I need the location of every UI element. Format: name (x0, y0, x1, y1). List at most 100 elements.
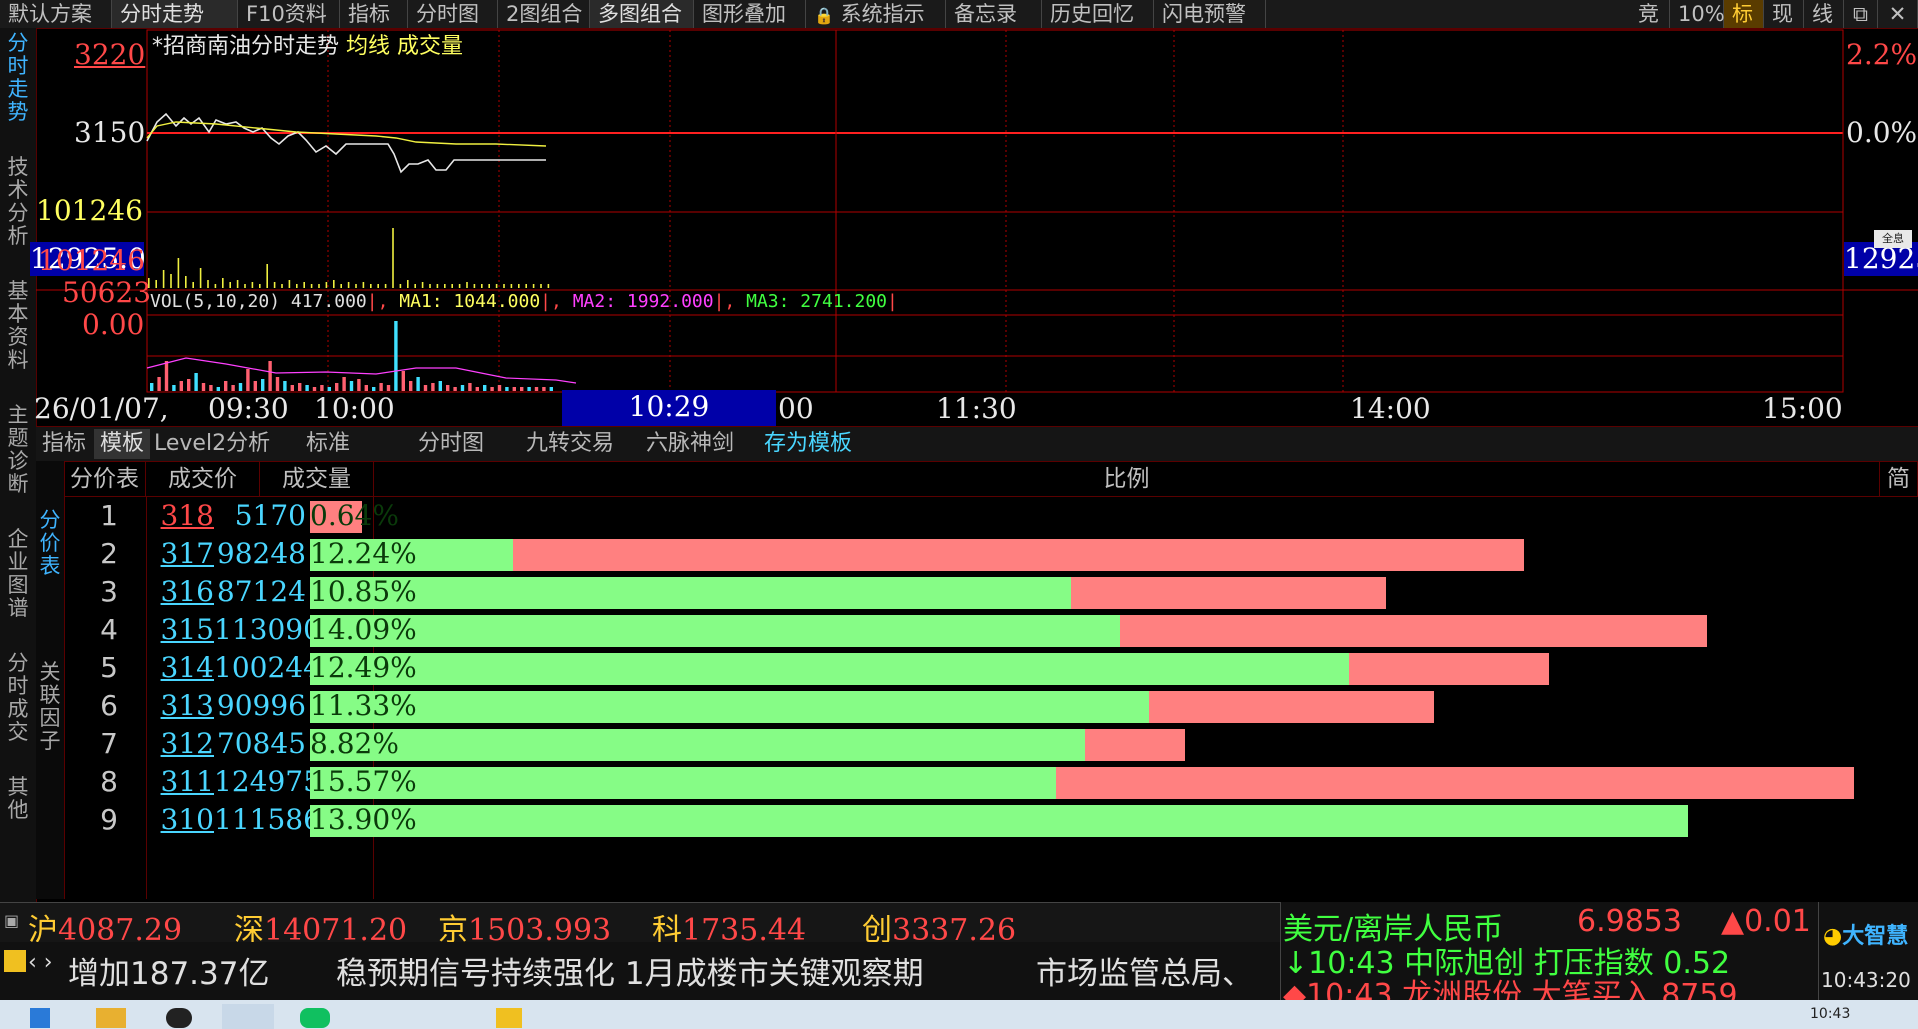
menu-right-now[interactable]: 现 (1764, 0, 1804, 28)
volume-bar (444, 284, 446, 288)
menu-item-indicator[interactable]: 指标 (340, 0, 408, 28)
full-info-button[interactable]: 全息 (1874, 230, 1912, 248)
tab-indicator[interactable]: 指标 (36, 429, 92, 459)
volume-bar (325, 282, 328, 288)
table-row[interactable]: 1 318 5170 0.64% (64, 497, 1918, 535)
menu-right-10pct[interactable]: 10% (1670, 0, 1725, 28)
chat-app-icon[interactable] (300, 1008, 330, 1028)
time-label-1500: 15:00 (1762, 392, 1843, 425)
menu-item-time-share[interactable]: 分时走势 (112, 0, 238, 28)
left-tab-time-share[interactable]: 分时走势 (2, 32, 34, 124)
volume-bar-lower (238, 383, 243, 391)
volume-bar (244, 284, 246, 288)
tab-standard[interactable]: 标准 (300, 429, 356, 459)
left-vertical-tabs: 分时走势 技术分析 基本资料 主题诊断 企业图谱 分时成交 其他 (0, 28, 37, 904)
menu-right-auction[interactable]: 竞 (1630, 0, 1670, 28)
menu-item-multichart[interactable]: 多图组合 (590, 0, 694, 28)
time-axis-date: 26/01/07, (34, 392, 169, 425)
menu-item-f10[interactable]: F10资料 (238, 0, 340, 28)
windows-start-icon[interactable] (30, 1008, 50, 1028)
table-row[interactable]: 2 317 98248 12.24% (64, 535, 1918, 573)
menu-item-2chart[interactable]: 2图组合 (498, 0, 590, 28)
volume-bar (458, 284, 461, 288)
left-tab-technical[interactable]: 技术分析 (2, 156, 34, 248)
row-ratio: 12.24% (310, 537, 417, 570)
time-label-1130: 11:30 (936, 392, 1017, 425)
table-row[interactable]: 7 312 70845 8.82% (64, 725, 1918, 763)
table-row[interactable]: 3 316 87124 10.85% (64, 573, 1918, 611)
row-volume: 124975 (214, 765, 321, 798)
row-index: 8 (100, 765, 118, 798)
volume-bar (421, 282, 424, 288)
notes-app-icon[interactable] (496, 1008, 522, 1028)
ratio-bar-buy (310, 767, 1056, 799)
subtab-related-factor[interactable]: 关联因子 (36, 661, 64, 753)
tab-save-template[interactable]: 存为模板 (758, 429, 858, 459)
volume-bar (318, 284, 320, 288)
time-label-0930: 09:30 (208, 392, 289, 425)
news-scroll-arrows-icon[interactable]: ‹ › (28, 950, 53, 975)
table-row[interactable]: 6 313 90996 11.33% (64, 687, 1918, 725)
window-restore-icon[interactable]: ⧉ (1844, 0, 1878, 28)
pct-axis-high: 2.2% (1846, 38, 1918, 71)
menu-right-mark[interactable]: 标 (1724, 0, 1764, 28)
volume-bar (214, 284, 217, 288)
volume-bar-lower (460, 385, 465, 391)
volume-bar-lower (194, 373, 198, 391)
row-price: 313 (160, 689, 214, 722)
menu-item-history[interactable]: 历史回忆 (1042, 0, 1154, 28)
table-row[interactable]: 8 311 124975 15.57% (64, 763, 1918, 801)
left-tab-other[interactable]: 其他 (2, 776, 34, 822)
menu-item-default-scheme[interactable]: 默认方案 (0, 0, 112, 28)
table-row[interactable]: 5 314 100244 12.49% (64, 649, 1918, 687)
window-close-icon[interactable]: ✕ (1878, 0, 1918, 28)
ratio-bar-buy (310, 577, 1071, 609)
volume-bar (429, 284, 431, 288)
table-row[interactable]: 4 315 113090 14.09% (64, 611, 1918, 649)
volume-bar-lower (320, 385, 324, 391)
volume-bar-lower (520, 387, 524, 391)
volume-bar-lower (268, 361, 272, 391)
menu-right-line[interactable]: 线 (1804, 0, 1844, 28)
row-volume: 90996 (216, 689, 306, 722)
menu-item-system-indicator[interactable]: 🔒 系统指示 (806, 0, 946, 28)
status-menu-icon[interactable]: ▣ (4, 911, 24, 933)
ratio-bar-sell (513, 539, 1524, 571)
menu-item-flash-alert[interactable]: 闪电预警 (1154, 0, 1266, 28)
col-header-ratio: 比例 (374, 461, 1880, 497)
news-item-2[interactable]: 稳预期信号持续强化 1月成楼市关键观察期 (336, 948, 924, 993)
left-tab-theme[interactable]: 主题诊断 (2, 404, 34, 496)
left-tab-basic[interactable]: 基本资料 (2, 280, 34, 372)
news-item-1[interactable]: 增加187.37亿 (68, 948, 269, 993)
file-explorer-icon[interactable] (96, 1008, 126, 1028)
subtab-price-table[interactable]: 分价表 (36, 509, 64, 578)
tab-nine-turn[interactable]: 九转交易 (520, 429, 620, 459)
active-app-icon[interactable] (222, 1004, 274, 1029)
left-tab-trades[interactable]: 分时成交 (2, 652, 34, 744)
top-menu-bar: 默认方案 分时走势 F10资料 指标 分时图 2图组合 多图组合 图形叠加 🔒 … (0, 0, 1918, 29)
volume-bar (273, 282, 276, 288)
volume-bar (436, 284, 439, 288)
price-axis-mid: 3150 (74, 116, 146, 149)
row-ratio: 8.82% (310, 727, 399, 760)
news-item-3[interactable]: 市场监管总局、 (1036, 948, 1253, 993)
menu-item-time-chart[interactable]: 分时图 (408, 0, 498, 28)
menu-item-overlay[interactable]: 图形叠加 (694, 0, 806, 28)
volume-bar (355, 284, 357, 288)
chart-title: *招商南油分时走势 均线 成交量 (152, 28, 463, 60)
tab-time-chart[interactable]: 分时图 (412, 429, 490, 459)
menu-item-memo[interactable]: 备忘录 (946, 0, 1042, 28)
volume-bar (229, 282, 231, 288)
left-tab-enterprise[interactable]: 企业图谱 (2, 528, 34, 620)
tab-template[interactable]: 模板 (94, 429, 151, 459)
volume-bar (347, 282, 350, 288)
volume-bar-lower (187, 379, 191, 391)
intraday-chart-panel[interactable]: 3220 3150 101246 12925.0 2.2% 0.0% 12925… (30, 28, 1918, 426)
col-header-simple[interactable]: 简 (1880, 461, 1918, 497)
tab-six-pulse[interactable]: 六脉神剑 (640, 429, 740, 459)
app-icon[interactable] (166, 1008, 192, 1028)
table-row[interactable]: 9 310 111586 13.90% (64, 801, 1918, 839)
price-axis-high: 3220 (74, 38, 146, 71)
side-subtabs: 分价表 关联因子 (36, 461, 65, 899)
tab-level2[interactable]: Level2分析 (148, 429, 276, 459)
